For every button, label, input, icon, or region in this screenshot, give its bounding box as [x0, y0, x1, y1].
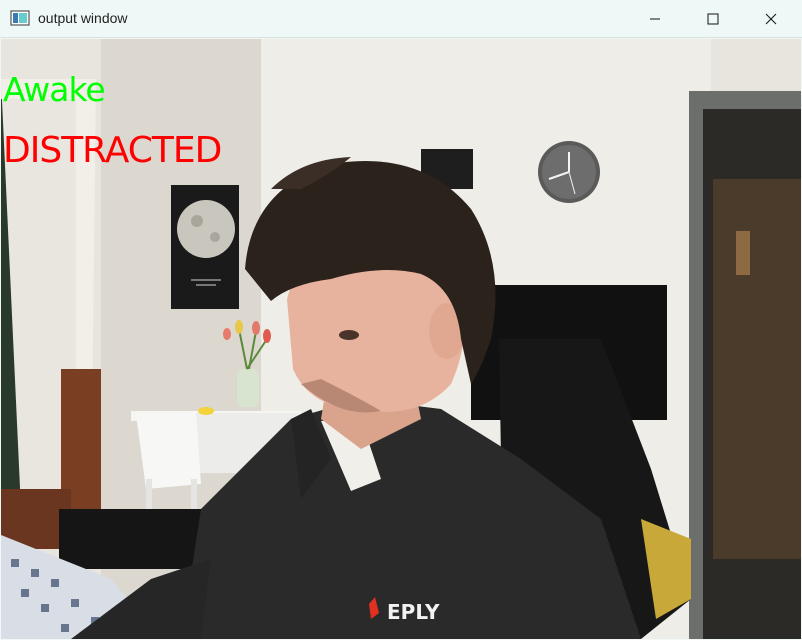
minimize-button[interactable] — [626, 0, 684, 38]
close-button[interactable] — [742, 0, 800, 38]
app-icon — [10, 10, 30, 26]
maximize-button[interactable] — [684, 0, 742, 38]
moon — [177, 200, 235, 258]
close-icon — [765, 13, 777, 25]
awake-status-label: Awake — [3, 70, 106, 109]
webcam-frame: EPLY — [1, 39, 801, 639]
flower-vase — [237, 369, 259, 407]
maximize-icon — [707, 13, 719, 25]
attention-status-label: DISTRACTED — [3, 130, 222, 171]
window-title: output window — [38, 10, 128, 26]
shirt-logo: EPLY — [387, 600, 440, 624]
camera-feed: EPLY Awake DISTRACTED — [1, 39, 801, 639]
white-chair — [136, 412, 201, 489]
title-bar[interactable]: output window — [0, 0, 802, 38]
minimize-icon — [650, 18, 660, 20]
